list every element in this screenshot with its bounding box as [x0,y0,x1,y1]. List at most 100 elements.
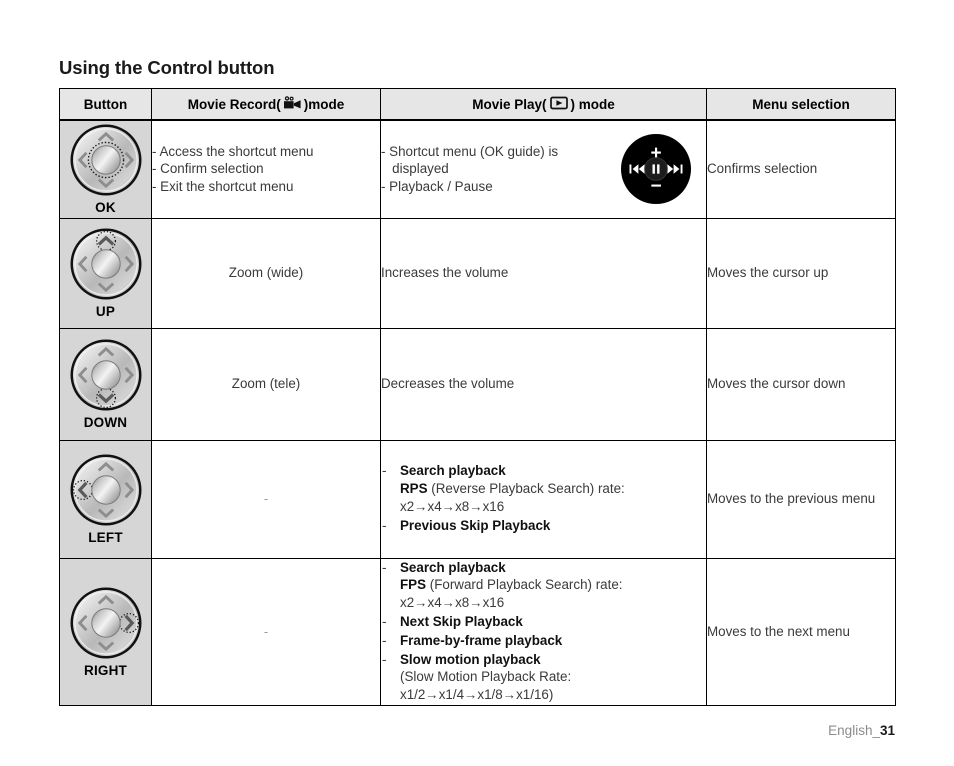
column-header-button: Button [59,88,152,121]
menu-selection-cell: Confirms selection [706,119,896,219]
play-feature-title: Frame-by-frame playback [400,632,563,648]
menu-selection-cell: Moves to the next menu [706,557,896,707]
play-feature-title: Search playback [400,559,506,575]
list-dash: - [382,613,387,629]
playback-control-circle-icon: + − [620,133,692,205]
record-text: Zoom (wide) [228,265,304,281]
footer-language-label: English_ [828,723,880,738]
menu-selection-text: Moves the cursor up [707,265,829,281]
footer-page-number: 31 [879,723,895,738]
control-button-cell-left: LEFT [59,439,152,559]
control-dial-label: UP [95,304,116,319]
table-row: OK - Access the shortcut menu - Confirm se… [59,119,896,219]
column-header-button-label: Button [83,96,128,112]
menu-selection-text: Moves the cursor down [707,376,846,392]
movie-record-cell: - [151,557,381,707]
play-feature-detail: x1/2→x1/4→x1/8→x1/16) [400,686,706,704]
menu-selection-cell: Moves to the previous menu [706,439,896,559]
control-dial-right-icon[interactable] [69,586,143,660]
play-feature-detail-text: x2→x4→x8→x16 [400,595,505,611]
play-feature-title: Next Skip Playback [400,613,523,629]
play-feature-detail: (Slow Motion Playback Rate: [400,668,706,686]
menu-selection-text: Moves to the previous menu [707,491,876,507]
control-button-cell-up: UP [59,217,152,329]
play-feature-item: - Slow motion playback (Slow Motion Playba… [381,651,706,704]
control-dial-center-icon[interactable] [69,123,143,197]
list-dash: - [382,651,387,667]
control-dial-left-icon[interactable] [69,453,143,527]
movie-play-cell: - Search playback FPS (Forward Playback Se… [380,557,707,707]
play-feature-item: - Search playback FPS (Forward Playback Se… [381,559,706,612]
play-feature-title: Previous Skip Playback [400,517,551,533]
page-footer: English_31 [828,723,895,738]
record-empty-dash: - [263,624,269,640]
column-header-menu-label: Menu selection [752,96,850,112]
control-button-table: Button Movie Record()mode Movie Play()… [59,88,896,707]
play-text: Increases the volume [381,265,509,281]
play-box-icon [549,96,568,113]
movie-record-prefix: Movie Record( [187,96,281,112]
play-feature-detail: x2→x4→x8→x16 [400,498,706,516]
play-feature-detail-text: x1/2→x1/4→x1/8→x1/16) [400,687,554,703]
record-line: - Access the shortcut menu [152,143,314,159]
control-dial-label: OK [95,200,116,216]
play-feature-detail-text: x2→x4→x8→x16 [400,499,505,514]
play-feature-list: - Search playback FPS (Forward Playback Se… [381,559,706,705]
table-row: DOWN Zoom (tele) Decreases the volume Moves… [59,327,896,441]
column-header-movie-record: Movie Record( )mode [151,88,381,121]
column-header-movie-play: Movie Play( ) mode [380,88,707,121]
play-feature-list: - Search playback RPS (Reverse Playback Se… [381,462,706,534]
record-line: - Confirm selection [152,161,264,177]
movie-play-cell: Decreases the volume [380,327,707,441]
record-text: Zoom (tele) [231,376,301,392]
play-feature-detail: RPS (Reverse Playback Search) rate: [400,480,706,498]
movie-play-cell: - Search playback RPS (Reverse Playback Se… [380,439,707,559]
table-row: RIGHT - - Search playback FPS (Forward Playb… [59,557,896,707]
movie-play-cell: - Shortcut menu (OK guide) is displayed -… [380,119,707,219]
movie-play-prefix: Movie Play( [472,96,547,112]
menu-selection-text: Confirms selection [707,161,818,177]
table-header-row: Button Movie Record()mode Movie Play()… [59,88,896,121]
list-dash: - [382,632,387,648]
play-feature-detail-label: FPS [400,577,427,593]
control-button-cell-right: RIGHT [59,557,152,707]
record-line: - Exit the shortcut menu [152,179,294,195]
control-button-cell-ok: OK [59,119,152,219]
table-row: LEFT - - Search playback RPS (Reverse Playba… [59,439,896,559]
control-dial-label: RIGHT [84,662,127,678]
movie-record-suffix: )mode [303,96,345,112]
menu-selection-cell: Moves the cursor down [706,327,896,441]
movie-record-cell: Zoom (wide) [151,217,381,329]
control-dial-down-icon[interactable] [69,338,143,412]
table-row: UP Zoom (wide) Increases the volume Moves t… [59,217,896,329]
play-feature-detail-text: (Forward Playback Search) rate: [426,577,623,593]
list-dash: - [382,463,387,479]
table-body: OK - Access the shortcut menu - Confirm se… [59,119,896,707]
page-title: Using the Control button [59,57,275,78]
manual-page: Using the Control button Button Movie Re… [0,0,954,766]
play-feature-title: Search playback [400,463,506,479]
control-button-cell-down: DOWN [59,327,152,441]
play-feature-item: - Search playback RPS (Reverse Playback Se… [381,462,706,515]
list-dash: - [382,517,387,533]
movie-play-cell: Increases the volume [380,217,707,329]
record-empty-dash: - [263,491,269,507]
list-dash: - [382,559,387,575]
play-feature-item: - Frame-by-frame playback [381,632,706,650]
menu-selection-text: Moves to the next menu [707,623,850,639]
play-feature-detail-label: RPS [400,481,428,497]
control-dial-label: LEFT [88,530,123,545]
play-feature-item: - Next Skip Playback [381,613,706,631]
play-feature-detail: x2→x4→x8→x16 [400,594,706,612]
control-dial-up-icon[interactable] [69,227,143,301]
play-text: Decreases the volume [381,376,515,392]
movie-record-cell: Zoom (tele) [151,327,381,441]
play-feature-detail: FPS (Forward Playback Search) rate: [400,576,706,594]
column-header-menu-selection: Menu selection [706,88,896,121]
play-feature-title: Slow motion playback [400,651,541,667]
movie-camera-icon [283,95,302,113]
menu-selection-cell: Moves the cursor up [706,217,896,329]
play-feature-detail-text: (Reverse Playback Search) rate: [427,481,625,497]
movie-record-cell: - [151,439,381,559]
play-feature-item: - Previous Skip Playback [381,517,706,535]
